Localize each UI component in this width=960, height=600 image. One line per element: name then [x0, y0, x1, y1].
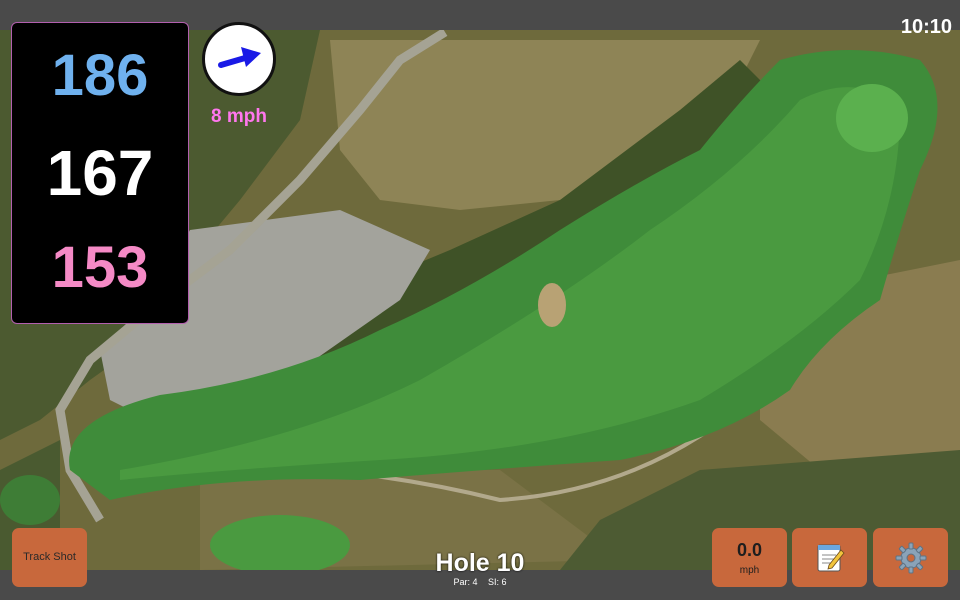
- settings-button[interactable]: [873, 528, 948, 587]
- hole-stroke-index: SI: 6: [488, 577, 507, 587]
- track-shot-label: Track Shot: [23, 550, 76, 563]
- notepad-icon: [817, 544, 845, 571]
- speed-unit: mph: [739, 564, 760, 576]
- hole-title: Hole 10: [435, 549, 525, 577]
- distance-back: 186: [51, 43, 149, 108]
- distance-front: 153: [51, 235, 149, 300]
- distance-panel[interactable]: 186 167 153: [11, 22, 189, 324]
- hole-info: Par: 4 SI: 6: [380, 577, 580, 587]
- wind-speed: 8 mph: [211, 106, 267, 127]
- speed-value: 0.0: [736, 539, 763, 560]
- notes-button[interactable]: [792, 528, 867, 587]
- gear-icon: [895, 542, 926, 573]
- hole-par: Par: 4: [453, 577, 478, 587]
- wind-compass: [202, 22, 276, 96]
- speed-button[interactable]: 0.0 mph: [712, 528, 787, 587]
- distance-center: 167: [46, 137, 154, 209]
- wind-direction-arrow-icon: [218, 47, 261, 68]
- track-shot-button[interactable]: Track Shot: [12, 528, 87, 587]
- clock: 10:10: [900, 16, 952, 38]
